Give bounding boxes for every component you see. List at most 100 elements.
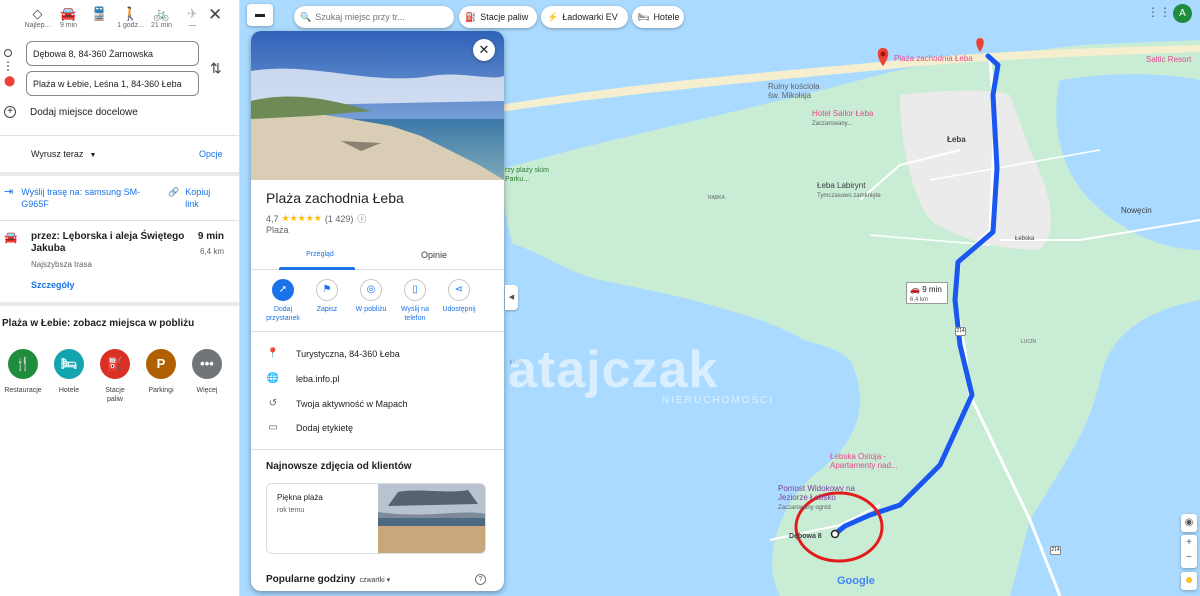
map-label-labirynt[interactable]: Łeba Labirynt Tymczasowo zamknięte xyxy=(817,181,881,199)
nearby-button[interactable]: ◎ W pobliżu xyxy=(349,279,393,323)
map-label-pomost[interactable]: Pomost Widokowy na Jeziorze Łebsko Zaczar… xyxy=(778,484,856,513)
add-stop-label: Dodaj przystanek xyxy=(266,306,300,322)
copy-link-button[interactable]: 🔗 Kopiuj link xyxy=(168,186,225,210)
map-label-pomost-name: Pomost Widokowy na Jeziorze Łebsko xyxy=(778,484,855,502)
popular-times[interactable]: Popularne godziny czwartki ▾ xyxy=(266,574,390,585)
car-icon: 🚘 xyxy=(60,6,77,21)
address-text: Turystyczna, 84-360 Łeba xyxy=(296,348,400,359)
mode-bike[interactable]: 🚲 21 min xyxy=(146,6,177,29)
activity-row[interactable]: ↺ Twoja aktywność w Mapach xyxy=(266,398,408,409)
map-label-beach[interactable]: Plaża zachodnia Łeba xyxy=(894,54,973,63)
route-time-callout[interactable]: 🚗 9 min 6,4 km xyxy=(906,282,948,304)
zoom-controls: + − xyxy=(1181,535,1197,568)
address-row[interactable]: 📍 Turystyczna, 84-360 Łeba xyxy=(266,348,400,359)
depart-dropdown[interactable]: Wyrusz teraz ▼ xyxy=(31,149,96,159)
zoom-out-button[interactable]: − xyxy=(1181,550,1197,565)
chevron-down-icon: ▼ xyxy=(89,152,97,159)
close-icon[interactable]: ✕ xyxy=(473,39,495,61)
destination-input[interactable]: Plaża w Łebie, Leśna 1, 84-360 Łeba xyxy=(26,71,199,96)
divider xyxy=(251,331,504,332)
mode-walk[interactable]: 🚶 1 godz... xyxy=(115,6,146,29)
add-destination-button[interactable]: + Dodaj miejsce docelowe xyxy=(4,106,138,118)
help-icon[interactable]: ? xyxy=(475,574,486,585)
send-to-phone-button[interactable]: ⇥ Wyślij trasę na: samsung SM-G965F xyxy=(4,186,151,210)
pegman-icon[interactable]: ☻ xyxy=(1181,572,1197,590)
divider xyxy=(0,302,239,306)
tab-overview[interactable]: Przegląd xyxy=(298,250,342,259)
label-text: Dodaj etykietę xyxy=(296,422,354,433)
map-label-hotel[interactable]: Hotel Sailor Łeba Zaczarowany... xyxy=(812,109,873,129)
watermark-sub: NIERUCHOMOŚCI xyxy=(662,395,775,406)
place-rating[interactable]: 4,7 ★★★★★ (1 429) ⓘ xyxy=(266,212,366,225)
route-via: przez: Lęborska i aleja Świętego Jakuba xyxy=(31,231,185,254)
mode-bike-label: 21 min xyxy=(150,22,172,29)
photo-card[interactable]: Piękna plaża rok temu xyxy=(266,483,486,554)
search-box[interactable]: 🔍 Szukaj miejsc przy tr... xyxy=(294,6,454,28)
location-pin-icon: 📍 xyxy=(266,348,280,359)
mode-car-label: 9 min xyxy=(59,22,78,29)
popular-times-title: Popularne godziny xyxy=(266,574,356,585)
category-parking[interactable]: P Parkingi xyxy=(138,349,184,404)
map-label-saltic[interactable]: Saltic Resort xyxy=(1146,55,1191,64)
collapse-panel-icon[interactable]: ◀ xyxy=(505,285,518,310)
category-restaurants[interactable]: 🍴 Restauracje xyxy=(0,349,46,404)
mode-flight[interactable]: ✈ — xyxy=(177,6,208,29)
popular-day-dropdown[interactable]: czwartki ▾ xyxy=(359,577,390,584)
route-distance: 6,4 km xyxy=(199,247,224,256)
google-logo: Google xyxy=(837,575,875,587)
nearby-label: W pobliżu xyxy=(355,306,387,313)
add-stop-button[interactable]: ➚ Dodaj przystanek xyxy=(261,279,305,323)
mode-transit[interactable]: 🚆 xyxy=(84,6,115,22)
map-label-ruins[interactable]: Ruiny kościoła św. Mikołaja xyxy=(768,82,832,100)
swap-icon[interactable]: ⇅ xyxy=(210,60,222,77)
road-number-badge: 214 xyxy=(1050,546,1061,555)
send-phone-button[interactable]: ▯ Wyślij na telefon xyxy=(393,279,437,323)
add-stop-icon: ➚ xyxy=(272,279,294,301)
my-location-icon[interactable]: ◉ xyxy=(1181,514,1197,532)
origin-input[interactable]: Dębowa 8, 84-360 Żarnowska xyxy=(26,41,199,66)
category-more[interactable]: ••• Więcej xyxy=(184,349,230,404)
label-row[interactable]: ▭ Dodaj etykietę xyxy=(266,422,353,433)
place-photo[interactable] xyxy=(251,31,504,180)
map-label-dunes: rzy plaży skim Parku... xyxy=(505,167,549,183)
search-input[interactable]: Szukaj miejsc przy tr... xyxy=(315,12,405,22)
zoom-in-button[interactable]: + xyxy=(1181,535,1197,550)
chip-hotels-label: Hotele xyxy=(653,12,680,22)
tab-reviews[interactable]: Opinie xyxy=(421,250,447,260)
mode-best-label: Najlep... xyxy=(24,22,51,29)
travel-modes: ◇ Najlep... 🚘 9 min 🚆 🚶 1 godz... 🚲 21 min ✈… xyxy=(0,0,239,38)
send-to-phone-label: Wyślij trasę na: samsung SM-G965F xyxy=(21,187,141,209)
search-icon: 🔍 xyxy=(300,11,312,22)
divider xyxy=(251,449,504,450)
mode-car[interactable]: 🚘 9 min xyxy=(53,6,84,29)
gas-station-icon: ⛽ xyxy=(465,11,477,22)
map-label-ostoja[interactable]: Łebska Ostoja - Apartamenty nad... xyxy=(830,452,910,470)
options-button[interactable]: Opcje xyxy=(199,149,223,159)
phone-icon: ▯ xyxy=(404,279,426,301)
chip-gas-label: Stacje paliw xyxy=(480,12,529,22)
save-label: Zapisz xyxy=(316,306,338,313)
close-icon[interactable]: ✕ xyxy=(208,5,222,25)
mode-best[interactable]: ◇ Najlep... xyxy=(22,6,53,29)
nearby-title: Plaża w Łebie: zobacz miejsca w pobliżu xyxy=(2,318,195,329)
apps-grid-icon[interactable]: ⋮⋮ xyxy=(1147,5,1171,19)
info-icon: ⓘ xyxy=(357,214,367,224)
chip-hotels[interactable]: 🛏 Hotele xyxy=(632,6,684,28)
photo-card-date: rok temu xyxy=(277,507,305,514)
gas-station-icon: ⛽ xyxy=(100,349,130,379)
divider xyxy=(0,220,239,221)
save-button[interactable]: ⚑ Zapisz xyxy=(305,279,349,323)
chip-ev[interactable]: ⚡ Ładowarki EV xyxy=(541,6,628,28)
map-label-labirynt-name: Łeba Labirynt xyxy=(817,181,866,190)
route-details-link[interactable]: Szczegóły xyxy=(31,280,75,290)
category-gas[interactable]: ⛽ Stacje paliw xyxy=(92,349,138,404)
avatar[interactable]: A xyxy=(1173,4,1192,23)
place-type[interactable]: Plaża xyxy=(266,225,289,235)
menu-icon[interactable]: ▬ xyxy=(247,4,273,26)
website-row[interactable]: 🌐 leba.info.pl xyxy=(266,373,340,384)
share-button[interactable]: ⋖ Udostępnij xyxy=(437,279,481,323)
category-hotels[interactable]: 🛏 Hotele xyxy=(46,349,92,404)
rating-stars-icon: ★★★★★ xyxy=(281,213,322,223)
mode-flight-label: — xyxy=(189,22,196,29)
chip-gas[interactable]: ⛽ Stacje paliw xyxy=(459,6,537,28)
